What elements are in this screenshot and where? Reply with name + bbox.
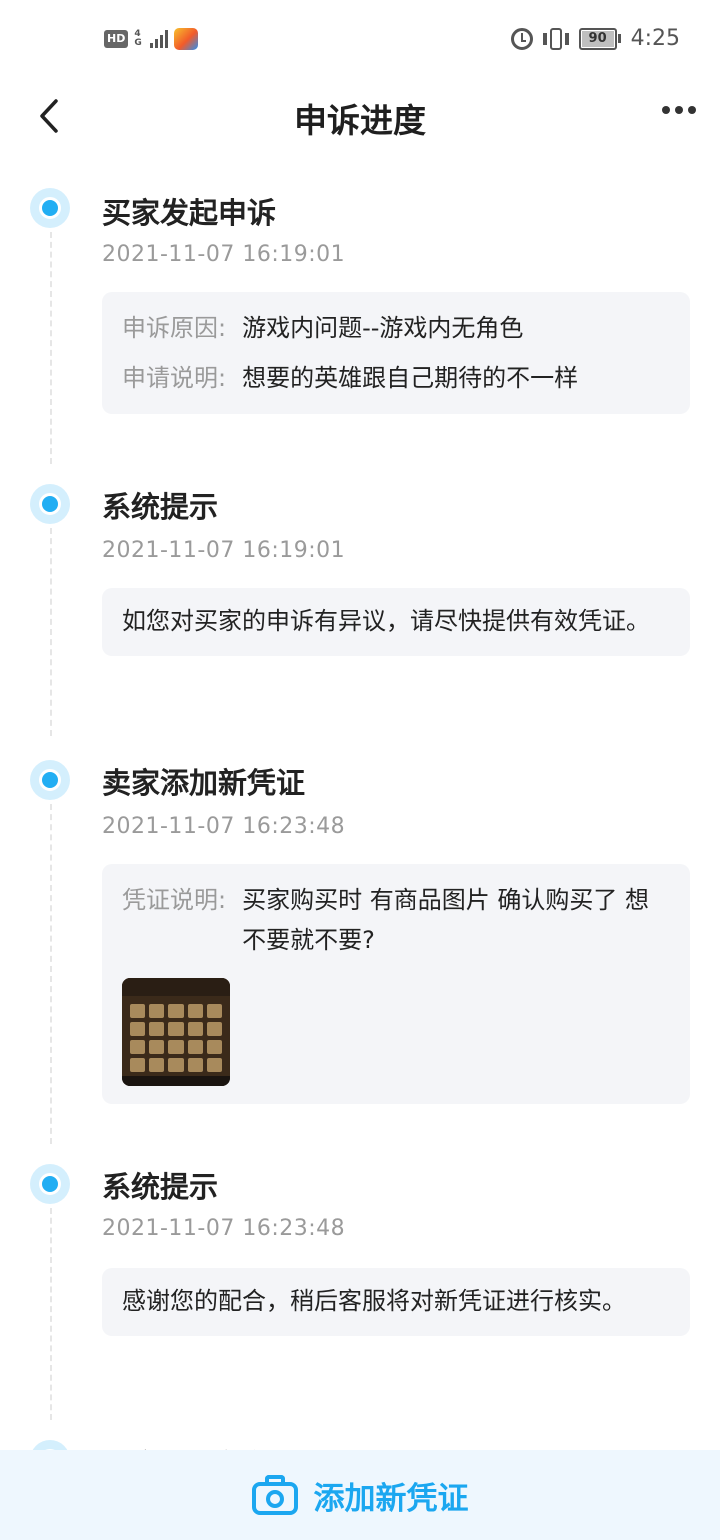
entry-detail-card: 如您对买家的申诉有异议，请尽快提供有效凭证。 <box>102 588 690 656</box>
detail-value: 游戏内问题--游戏内无角色 <box>242 314 524 342</box>
alarm-icon <box>510 27 533 50</box>
status-right: 90 4:25 <box>510 26 680 51</box>
timeline-dot <box>30 188 70 228</box>
network-type: 4G <box>134 29 142 48</box>
timeline-connector <box>50 232 52 464</box>
clock: 4:25 <box>630 26 680 51</box>
detail-value: 想要的英雄跟自己期待的不一样 <box>242 364 579 392</box>
battery-level: 90 <box>581 30 614 47</box>
system-message: 如您对买家的申诉有异议，请尽快提供有效凭证。 <box>122 607 650 635</box>
detail-row: 凭证说明: 买家购买时 有商品图片 确认购买了 想不要就不要? <box>122 880 670 960</box>
signal-icon <box>150 30 169 48</box>
page-title: 申诉进度 <box>294 101 426 140</box>
status-bar: HD 4G 90 4:25 <box>0 0 720 80</box>
entry-time: 2021-11-07 16:23:48 <box>102 1216 346 1241</box>
add-evidence-button[interactable]: 添加新凭证 <box>0 1450 720 1540</box>
entry-title: 系统提示 <box>102 1170 219 1204</box>
timeline-dot <box>30 1164 70 1204</box>
vibrate-icon <box>542 27 569 51</box>
timeline-connector <box>50 804 52 1144</box>
system-message: 感谢您的配合，稍后客服将对新凭证进行核实。 <box>122 1287 626 1315</box>
entry-detail-card: 感谢您的配合，稍后客服将对新凭证进行核实。 <box>102 1268 690 1336</box>
detail-label: 凭证说明: <box>122 886 227 914</box>
entry-detail-card: 申诉原因: 游戏内问题--游戏内无角色 申请说明: 想要的英雄跟自己期待的不一样 <box>102 292 690 414</box>
detail-row: 申请说明: 想要的英雄跟自己期待的不一样 <box>122 360 670 396</box>
detail-label: 申诉原因: <box>122 314 227 342</box>
entry-time: 2021-11-07 16:19:01 <box>102 242 346 267</box>
entry-time: 2021-11-07 16:23:48 <box>102 814 346 839</box>
more-options-icon[interactable] <box>662 106 696 114</box>
timeline-connector <box>50 528 52 736</box>
add-evidence-label: 添加新凭证 <box>313 1480 469 1517</box>
hd-icon: HD <box>104 30 129 48</box>
entry-detail-card: 凭证说明: 买家购买时 有商品图片 确认购买了 想不要就不要? <box>102 864 690 1104</box>
entry-title: 系统提示 <box>102 490 219 524</box>
timeline-dot <box>30 484 70 524</box>
detail-value: 买家购买时 有商品图片 确认购买了 想不要就不要? <box>242 886 649 954</box>
entry-title: 买家发起申诉 <box>102 196 277 230</box>
evidence-image-thumbnail[interactable] <box>122 978 230 1086</box>
timeline-connector <box>50 1208 52 1420</box>
timeline-dot <box>30 760 70 800</box>
app-notification-icon <box>174 28 199 50</box>
camera-icon <box>251 1475 298 1515</box>
detail-label: 申请说明: <box>122 364 227 392</box>
detail-row: 申诉原因: 游戏内问题--游戏内无角色 <box>122 310 670 346</box>
nav-header: 申诉进度 <box>0 80 720 152</box>
entry-title: 卖家添加新凭证 <box>102 766 306 800</box>
status-left: HD 4G <box>104 28 199 50</box>
entry-time: 2021-11-07 16:19:01 <box>102 538 346 563</box>
battery-icon: 90 <box>578 27 621 50</box>
